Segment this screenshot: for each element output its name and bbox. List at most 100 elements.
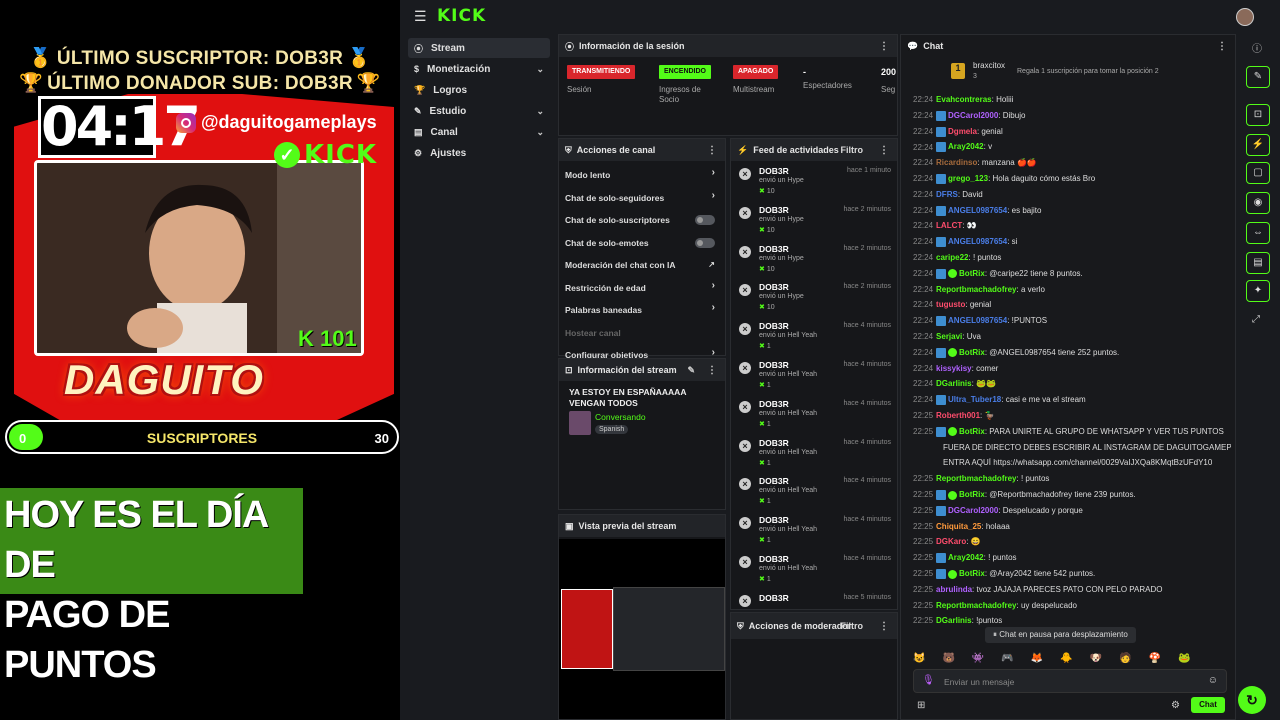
gear-icon[interactable]: ⚙ xyxy=(1171,700,1180,711)
dismiss-icon[interactable]: × xyxy=(739,284,751,297)
more-options-icon[interactable]: ⋮ xyxy=(707,145,717,156)
chat-username[interactable]: Evahcontreras xyxy=(936,95,992,104)
chat-username[interactable]: Aray2042 xyxy=(948,553,984,562)
emote-bar[interactable]: 😺🐻👾🎮🦊🐥🐶🧑🍄🐸 xyxy=(913,653,1227,667)
toggle-switch[interactable] xyxy=(695,237,715,248)
chat-username[interactable]: caripe22 xyxy=(936,253,968,262)
preview-widget-button[interactable]: ⇔ xyxy=(1246,222,1270,244)
dismiss-icon[interactable]: × xyxy=(739,594,751,607)
toggle-switch[interactable] xyxy=(695,215,715,225)
chat-username[interactable]: Reportbmachadofrey xyxy=(936,601,1016,610)
channel-action-row[interactable]: Chat de solo-emotes xyxy=(565,237,721,248)
chat-username[interactable]: BotRix xyxy=(959,490,985,499)
sidebar-item-estudio[interactable]: ✎ Estudio ⌄ xyxy=(408,101,550,121)
channel-action-row[interactable]: Hostear canal xyxy=(565,328,721,338)
dismiss-icon[interactable]: × xyxy=(739,478,751,491)
chat-username[interactable]: Roberth001 xyxy=(936,411,980,420)
chevron-down-icon[interactable]: ⌄ xyxy=(536,64,544,75)
chat-paused-notice[interactable]: ⏸ Chat en pausa para desplazamiento xyxy=(985,627,1136,643)
chat-username[interactable]: BotRix xyxy=(959,269,985,278)
chat-username[interactable]: Chiquita_25 xyxy=(936,522,981,531)
dismiss-icon[interactable]: × xyxy=(739,206,751,219)
activity-widget-button[interactable]: ⚡ xyxy=(1246,134,1270,156)
chat-username[interactable]: BotRix xyxy=(959,427,985,436)
chat-username[interactable]: DGCarol2000 xyxy=(948,506,998,515)
chevron-right-icon[interactable]: › xyxy=(712,167,715,178)
chat-username[interactable]: DGKaro xyxy=(936,537,966,546)
sidebar-item-canal[interactable]: ▤ Canal ⌄ xyxy=(408,122,550,142)
edit-layout-button[interactable]: ✎ xyxy=(1246,66,1270,88)
send-chat-button[interactable]: Chat xyxy=(1191,697,1225,713)
filter-button[interactable]: Filtro xyxy=(841,621,864,631)
hamburger-menu-icon[interactable]: ☰ xyxy=(414,8,427,25)
dismiss-icon[interactable]: × xyxy=(739,323,751,336)
channel-action-row[interactable]: Moderación del chat con IA ↗ xyxy=(565,260,721,270)
chat-username[interactable]: tugusto xyxy=(936,300,965,309)
channel-action-row[interactable]: Modo lento › xyxy=(565,167,721,180)
chat-username[interactable]: ANGEL0987654 xyxy=(948,316,1007,325)
more-options-icon[interactable]: ⋮ xyxy=(1217,41,1227,52)
tools-widget-button[interactable]: ✦ xyxy=(1246,280,1270,302)
channel-action-row[interactable]: Palabras baneadas › xyxy=(565,302,721,315)
external-link-icon[interactable]: ↗ xyxy=(708,260,715,269)
chat-username[interactable]: DFRS xyxy=(936,190,958,199)
dismiss-icon[interactable]: × xyxy=(739,245,751,258)
chat-username[interactable]: Ricardinso xyxy=(936,158,977,167)
kick-logo[interactable]: KICK xyxy=(437,6,486,26)
chevron-right-icon[interactable]: › xyxy=(712,347,715,358)
chat-username[interactable]: Aray2042 xyxy=(948,143,984,152)
chat-username[interactable]: grego_123 xyxy=(948,174,988,183)
chevron-right-icon[interactable]: › xyxy=(712,190,715,201)
gift-hint[interactable]: Regala 1 suscripción para tomar la posic… xyxy=(1017,68,1159,75)
chat-username[interactable]: Serjavi xyxy=(936,332,962,341)
edit-icon[interactable]: ✎ xyxy=(687,365,695,376)
dismiss-icon[interactable]: × xyxy=(739,168,751,180)
chat-username[interactable]: DGCarol2000 xyxy=(948,111,998,120)
dismiss-icon[interactable]: × xyxy=(739,556,751,568)
sidebar-item-monetización[interactable]: $ Monetización ⌄ xyxy=(408,59,550,79)
emoji-icon[interactable]: ☺ xyxy=(1208,675,1218,686)
sidebar-item-ajustes[interactable]: ⚙ Ajustes xyxy=(408,143,550,163)
chevron-down-icon[interactable]: ⌄ xyxy=(536,106,544,117)
chat-username[interactable]: kissykisy xyxy=(936,364,972,373)
chat-username[interactable]: DGarlinis xyxy=(936,379,972,388)
chat-widget-button[interactable]: ◉ xyxy=(1246,192,1270,214)
dismiss-icon[interactable]: × xyxy=(739,517,751,530)
chat-username[interactable]: Dgmela xyxy=(948,127,977,136)
chat-username[interactable]: ANGEL0987654 xyxy=(948,206,1007,215)
chat-username[interactable]: Reportbmachadofrey xyxy=(936,474,1016,483)
more-options-icon[interactable]: ⋮ xyxy=(879,621,889,632)
channel-action-row[interactable]: Chat de solo-suscriptores xyxy=(565,215,721,225)
share-icon[interactable]: ⤢ xyxy=(1252,314,1260,325)
more-options-icon[interactable]: ⋮ xyxy=(879,145,889,156)
sidebar-item-stream[interactable]: ⦿ Stream xyxy=(408,38,550,58)
chat-username[interactable]: DGarlinis xyxy=(936,616,972,625)
more-options-icon[interactable]: ⋮ xyxy=(879,41,889,52)
dismiss-icon[interactable]: × xyxy=(739,362,751,374)
stream-category[interactable]: Conversando xyxy=(595,412,646,422)
channel-widget-button[interactable]: ▢ xyxy=(1246,162,1270,184)
chat-username[interactable]: BotRix xyxy=(959,569,985,578)
channel-action-row[interactable]: Restricción de edad › xyxy=(565,280,721,293)
chat-username[interactable]: Ultra_Tuber18 xyxy=(948,395,1001,404)
chat-username[interactable]: ANGEL0987654 xyxy=(948,237,1007,246)
support-button[interactable]: ↻ xyxy=(1238,686,1266,714)
filter-button[interactable]: Filtro xyxy=(841,145,864,155)
chat-settings-icon[interactable]: ⊞ xyxy=(917,700,925,711)
chat-username[interactable]: abrulinda xyxy=(936,585,972,594)
chat-username[interactable]: BotRix xyxy=(959,348,985,357)
chevron-down-icon[interactable]: ⌄ xyxy=(536,127,544,138)
session-widget-button[interactable]: ⊡ xyxy=(1246,104,1270,126)
moderator-widget-button[interactable]: ▤ xyxy=(1246,252,1270,274)
dismiss-icon[interactable]: × xyxy=(739,400,751,413)
chat-input[interactable]: 🎙 Enviar un mensaje ☺ xyxy=(913,669,1227,693)
chat-username[interactable]: Reportbmachadofrey xyxy=(936,285,1016,294)
info-icon[interactable]: ⓘ xyxy=(1252,40,1262,55)
sidebar-item-logros[interactable]: 🏆 Logros xyxy=(408,80,550,100)
channel-action-row[interactable]: Chat de solo-seguidores › xyxy=(565,190,721,203)
dismiss-icon[interactable]: × xyxy=(739,439,751,452)
chevron-right-icon[interactable]: › xyxy=(712,280,715,291)
chevron-right-icon[interactable]: › xyxy=(712,302,715,313)
avatar[interactable] xyxy=(1236,8,1254,26)
chat-username[interactable]: LALCT xyxy=(936,221,962,230)
